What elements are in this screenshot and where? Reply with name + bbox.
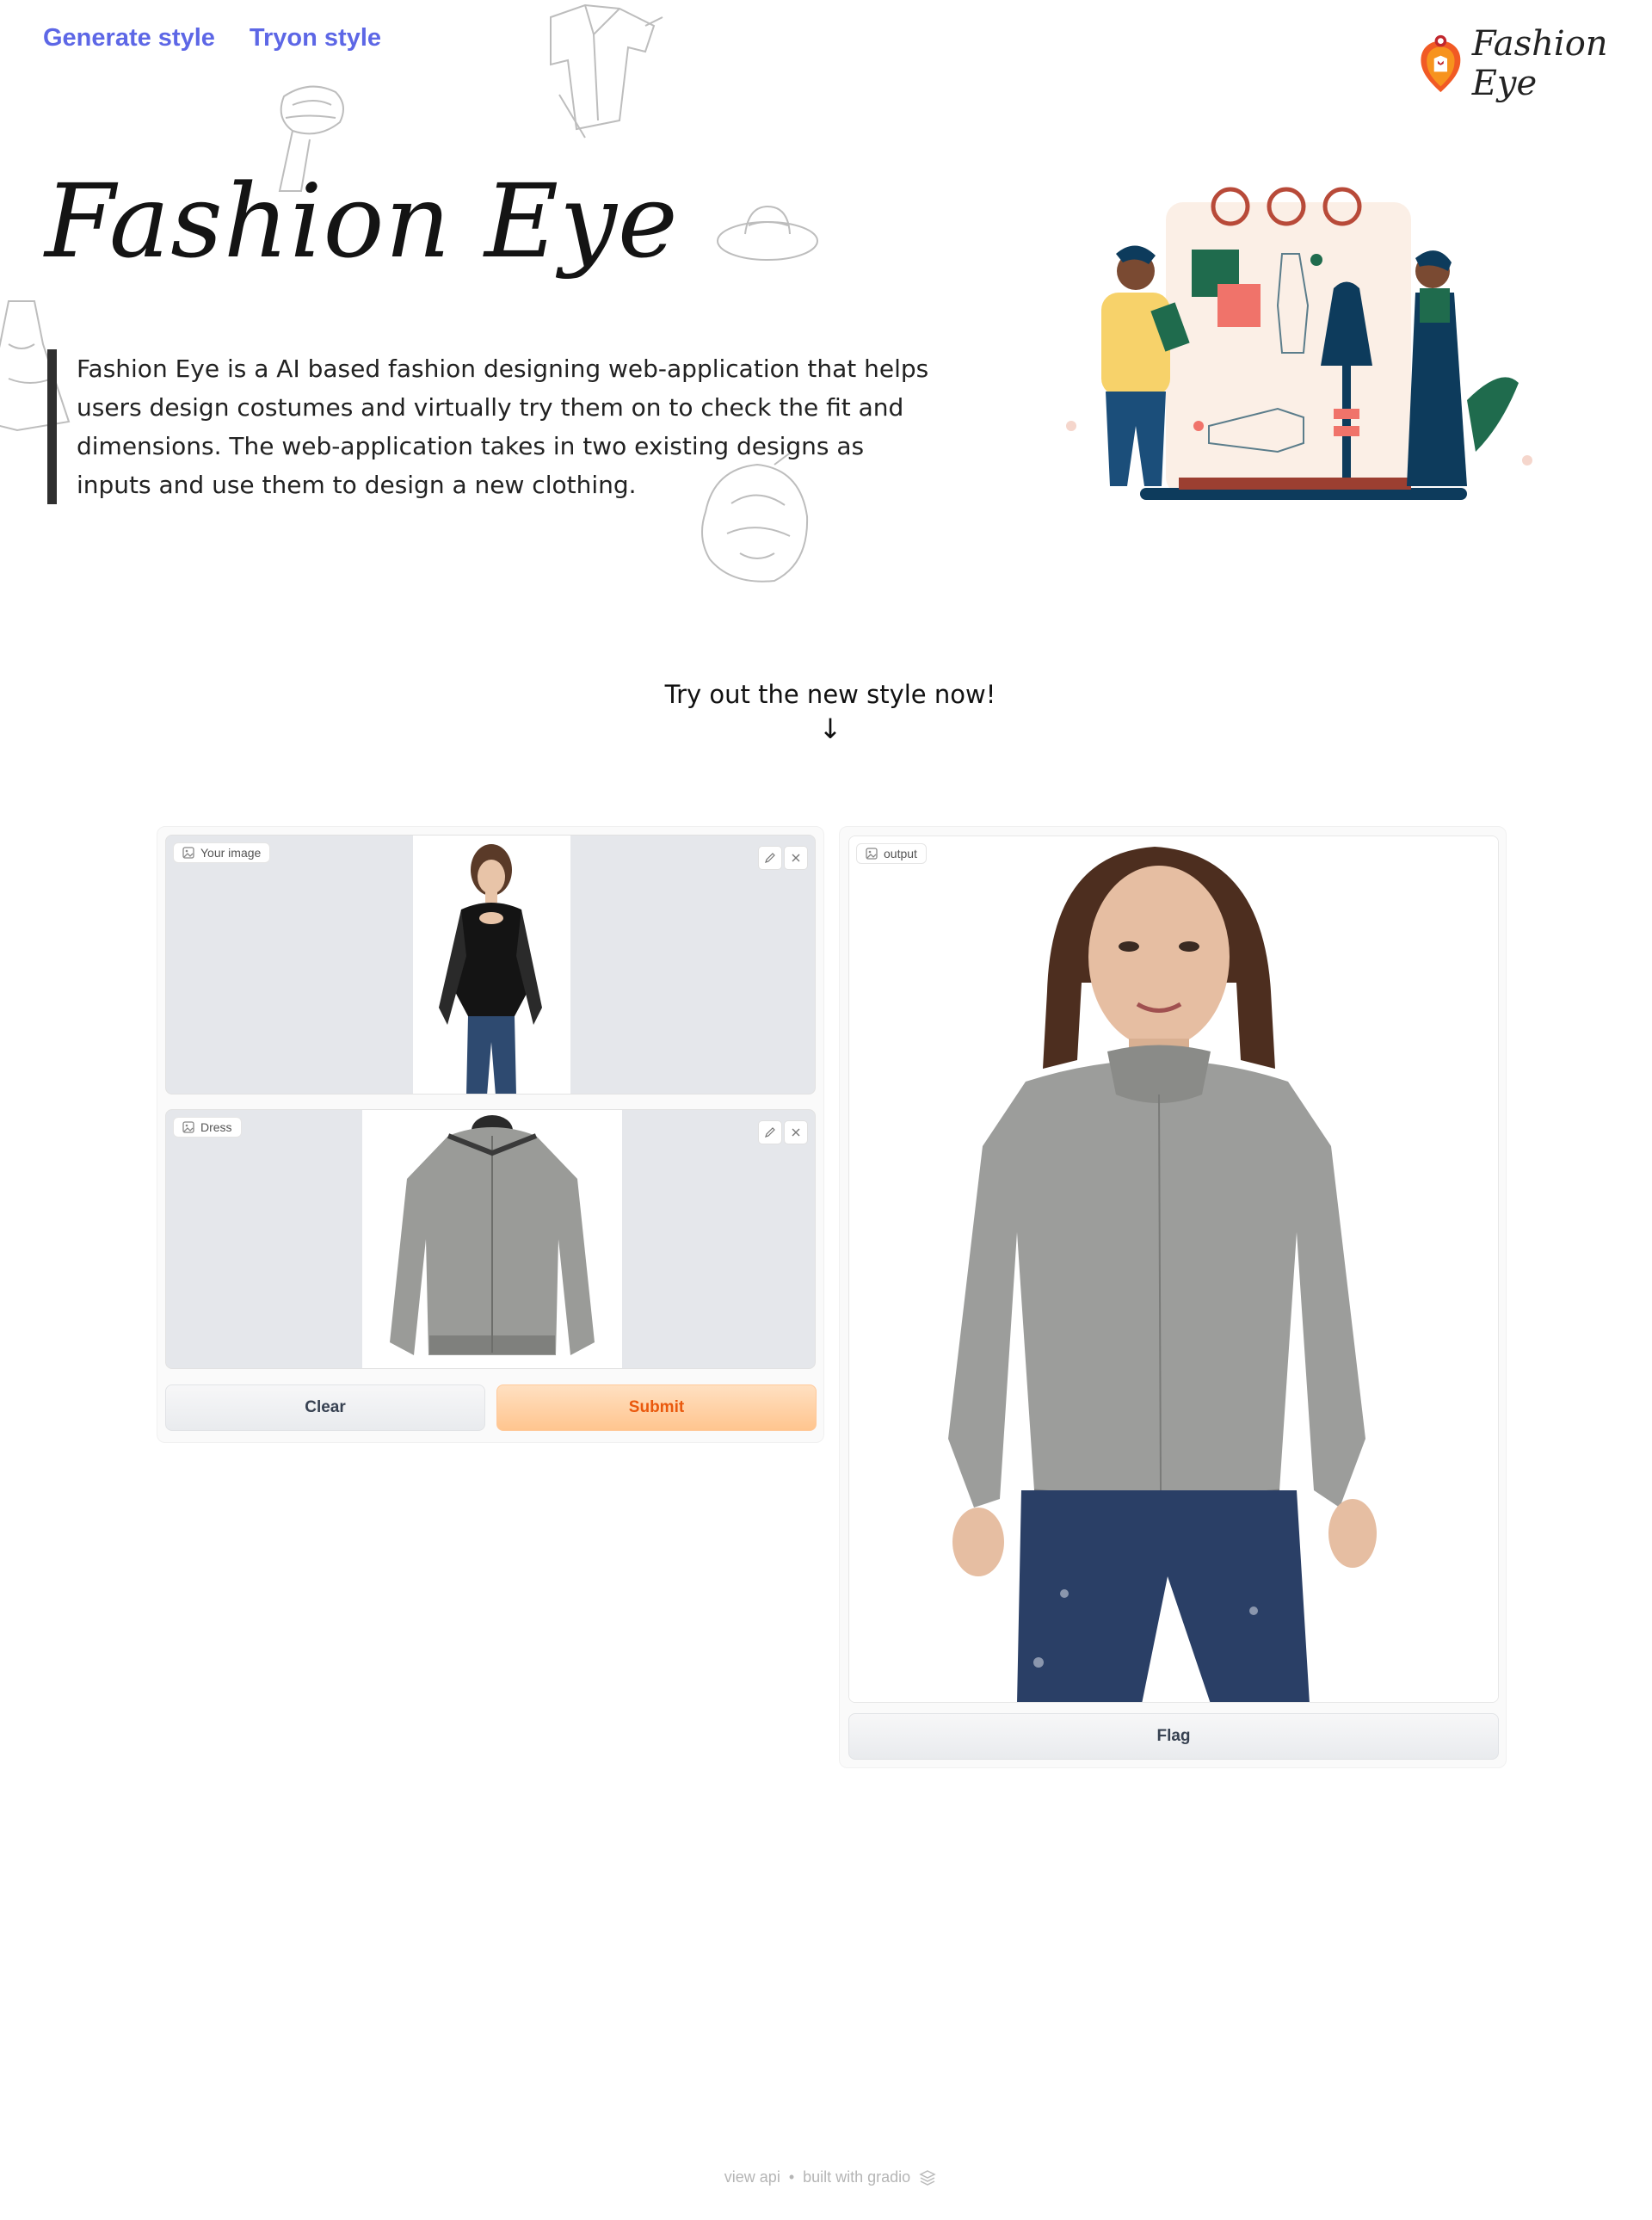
- nav-link-generate-style[interactable]: Generate style: [43, 24, 215, 52]
- woman-photo: [413, 836, 570, 1094]
- dress-photo: [362, 1110, 622, 1368]
- your-image-photo: [413, 836, 570, 1094]
- dress-label-text: Dress: [200, 1120, 232, 1134]
- your-image-label-text: Your image: [200, 846, 262, 860]
- logo-mark-icon: [1421, 34, 1461, 93]
- logo-text: Fashion Eye: [1471, 24, 1608, 103]
- hat-doodle-icon: [717, 205, 818, 261]
- hero-title: Fashion Eye: [45, 162, 679, 281]
- gradio-logo-icon: [919, 2169, 936, 2186]
- edit-dress-button[interactable]: [758, 1120, 782, 1144]
- submit-button[interactable]: Submit: [496, 1384, 817, 1431]
- cta-text: Try out the new style now!: [664, 680, 996, 709]
- image-icon: [182, 1121, 194, 1133]
- view-api-link[interactable]: view api: [724, 2168, 780, 2186]
- output-label: output: [856, 843, 927, 864]
- jacket-doodle-icon: [550, 3, 663, 139]
- brand-logo[interactable]: Fashion Eye: [1418, 24, 1652, 103]
- edit-image-button[interactable]: [758, 846, 782, 870]
- dress-image-upload[interactable]: Dress: [165, 1109, 816, 1369]
- fashion-designers-illustration: [1066, 187, 1532, 500]
- jacket-photo: [362, 1110, 622, 1368]
- remove-image-button[interactable]: [784, 846, 808, 870]
- image-icon: [182, 847, 194, 859]
- footer-separator: •: [788, 2168, 795, 2186]
- footer: view api • built with gradio: [0, 2168, 1652, 2186]
- pencil-icon: [765, 853, 775, 863]
- remove-dress-button[interactable]: [784, 1120, 808, 1144]
- input-panel: Your image Dress Clear Submit: [157, 826, 824, 1443]
- built-with-gradio-link[interactable]: built with gradio: [803, 2168, 910, 2186]
- output-panel: output Flag: [839, 826, 1507, 1768]
- your-image-upload[interactable]: Your image: [165, 835, 816, 1095]
- clear-button[interactable]: Clear: [165, 1384, 485, 1431]
- output-image: output: [848, 836, 1499, 1703]
- dress-label: Dress: [173, 1117, 242, 1138]
- pencil-icon: [765, 1127, 775, 1138]
- flag-button[interactable]: Flag: [848, 1713, 1499, 1760]
- down-arrow-icon: ↓: [818, 712, 842, 745]
- output-label-text: output: [884, 847, 917, 860]
- close-icon: [792, 1128, 800, 1137]
- nav-link-tryon-style[interactable]: Tryon style: [250, 24, 381, 52]
- cta-section: Try out the new style now! ↓: [0, 680, 1652, 745]
- top-nav: Generate style Tryon style: [43, 24, 381, 52]
- image-icon: [866, 848, 878, 860]
- page: Generate style Tryon style Fashion Eye F…: [0, 0, 1652, 2220]
- hero-description: Fashion Eye is a AI based fashion design…: [47, 349, 934, 504]
- close-icon: [792, 854, 800, 862]
- tryon-result-photo: [849, 836, 1498, 1702]
- your-image-label: Your image: [173, 842, 271, 863]
